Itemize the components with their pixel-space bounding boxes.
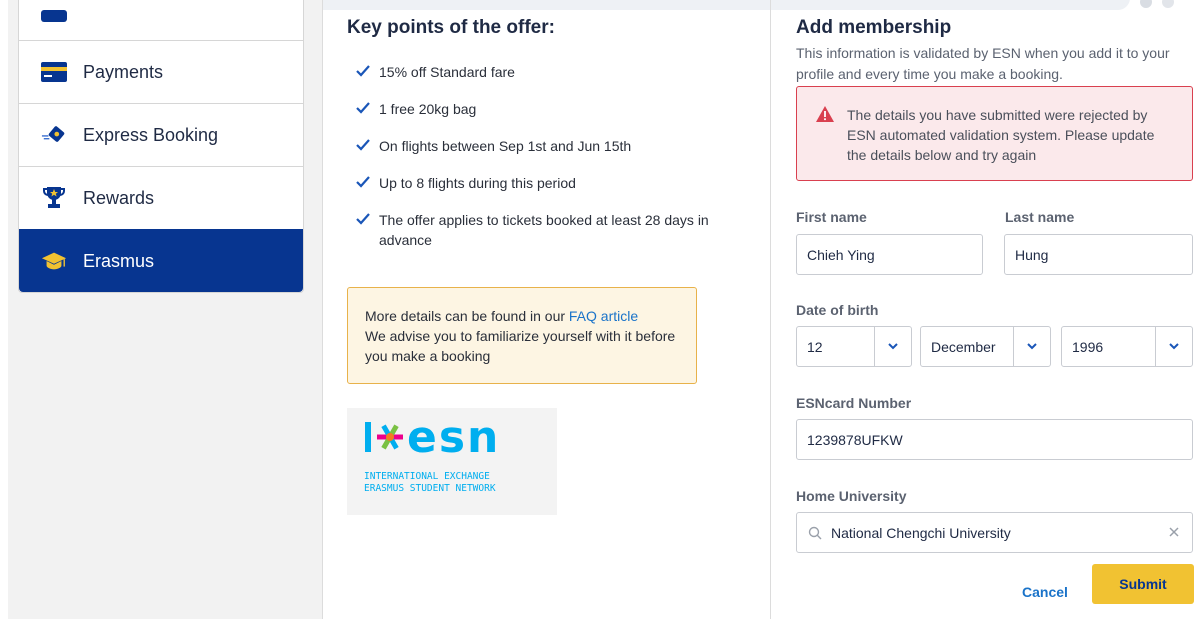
dob-year-value: 1996 xyxy=(1072,339,1104,355)
checkmark-icon xyxy=(356,65,370,77)
faq-info-box: More details can be found in our FAQ art… xyxy=(347,287,697,384)
sidebar-item-express-booking[interactable]: Express Booking xyxy=(19,103,303,166)
sidebar-item-rewards[interactable]: Rewards xyxy=(19,166,303,229)
svg-text:esn: esn xyxy=(407,412,500,463)
offer-panel: Key points of the offer: 15% off Standar… xyxy=(324,0,771,619)
list-item: 15% off Standard fare xyxy=(356,62,726,82)
dob-day-value: 12 xyxy=(807,339,823,355)
info-advice-text: We advise you to familiarize yourself wi… xyxy=(365,328,676,364)
dob-label: Date of birth xyxy=(796,302,879,318)
offer-point-text: On flights between Sep 1st and Jun 15th xyxy=(379,138,632,154)
dob-month-select[interactable]: December xyxy=(920,326,1051,367)
sidebar-item-label: Payments xyxy=(83,61,164,82)
faq-article-link[interactable]: FAQ article xyxy=(569,308,638,324)
offer-point-text: The offer applies to tickets booked at l… xyxy=(379,212,709,248)
checkmark-icon xyxy=(356,139,370,151)
sidebar-item-wallet[interactable] xyxy=(19,0,303,40)
offer-title: Key points of the offer: xyxy=(347,17,555,38)
error-message: The details you have submitted were reje… xyxy=(847,107,1155,163)
first-name-label: First name xyxy=(796,209,867,225)
first-name-value: Chieh Ying xyxy=(807,246,875,263)
sidebar-menu: Payments Express Booking Rewards Erasmus xyxy=(18,0,304,293)
dob-month-value: December xyxy=(931,339,996,355)
list-item: On flights between Sep 1st and Jun 15th xyxy=(356,136,726,156)
sidebar-item-payments[interactable]: Payments xyxy=(19,40,303,103)
dob-day-select[interactable]: 12 xyxy=(796,326,912,367)
last-name-label: Last name xyxy=(1005,209,1075,225)
esn-logo: esn INTERNATIONAL EXCHANGE ERASMUS STUDE… xyxy=(347,408,557,515)
error-alert: The details you have submitted were reje… xyxy=(796,86,1193,181)
esncard-label: ESNcard Number xyxy=(796,395,912,411)
credit-card-icon xyxy=(41,61,67,83)
cancel-button[interactable]: Cancel xyxy=(1005,575,1085,609)
chevron-down-icon[interactable] xyxy=(1155,327,1192,366)
home-university-label: Home University xyxy=(796,488,907,504)
sidebar-item-erasmus[interactable]: Erasmus xyxy=(19,229,303,292)
info-prefix-text: More details can be found in our xyxy=(365,308,569,324)
form-subtitle: This information is validated by ESN whe… xyxy=(796,45,1170,82)
checkmark-icon xyxy=(356,176,370,188)
last-name-value: Hung xyxy=(1015,246,1049,263)
plane-ticket-icon xyxy=(41,124,67,146)
first-name-field[interactable]: Chieh Ying xyxy=(796,234,983,275)
home-university-value: National Chengchi University xyxy=(831,524,1011,541)
sidebar: Payments Express Booking Rewards Erasmus xyxy=(8,0,323,619)
clear-icon[interactable] xyxy=(1167,525,1181,539)
sidebar-item-label: Erasmus xyxy=(83,250,155,271)
esncard-number-value: 1239878UFKW xyxy=(807,431,903,448)
list-item: 1 free 20kg bag xyxy=(356,99,726,119)
submit-button[interactable]: Submit xyxy=(1092,564,1194,604)
search-icon xyxy=(808,526,822,540)
checkmark-icon xyxy=(356,102,370,114)
chevron-down-icon[interactable] xyxy=(1013,327,1050,366)
svg-text:ERASMUS STUDENT NETWORK: ERASMUS STUDENT NETWORK xyxy=(364,483,496,494)
sidebar-item-label: Express Booking xyxy=(83,124,219,145)
offer-point-text: Up to 8 flights during this period xyxy=(379,175,576,191)
last-name-field[interactable]: Hung xyxy=(1004,234,1193,275)
dob-year-select[interactable]: 1996 xyxy=(1061,326,1193,367)
home-university-search-field[interactable]: National Chengchi University xyxy=(796,512,1193,553)
svg-text:INTERNATIONAL EXCHANGE: INTERNATIONAL EXCHANGE xyxy=(364,471,490,482)
page: Payments Express Booking Rewards Erasmus xyxy=(0,0,1197,619)
offer-point-text: 15% off Standard fare xyxy=(379,64,515,80)
list-item: Up to 8 flights during this period xyxy=(356,173,726,193)
trophy-icon xyxy=(41,187,67,209)
form-title: Add membership xyxy=(796,17,952,38)
graduation-cap-icon xyxy=(41,250,67,272)
offer-points-list: 15% off Standard fare 1 free 20kg bag On… xyxy=(356,62,726,267)
membership-form: Add membership This information is valid… xyxy=(772,0,1197,619)
warning-icon xyxy=(816,106,834,122)
sidebar-item-label: Rewards xyxy=(83,187,155,208)
esncard-number-field[interactable]: 1239878UFKW xyxy=(796,419,1193,460)
chevron-down-icon[interactable] xyxy=(874,327,911,366)
offer-point-text: 1 free 20kg bag xyxy=(379,101,477,117)
esn-logo-graphic: esn INTERNATIONAL EXCHANGE ERASMUS STUDE… xyxy=(364,412,500,494)
wallet-icon xyxy=(41,6,67,28)
list-item: The offer applies to tickets booked at l… xyxy=(356,210,726,250)
checkmark-icon xyxy=(356,213,370,225)
